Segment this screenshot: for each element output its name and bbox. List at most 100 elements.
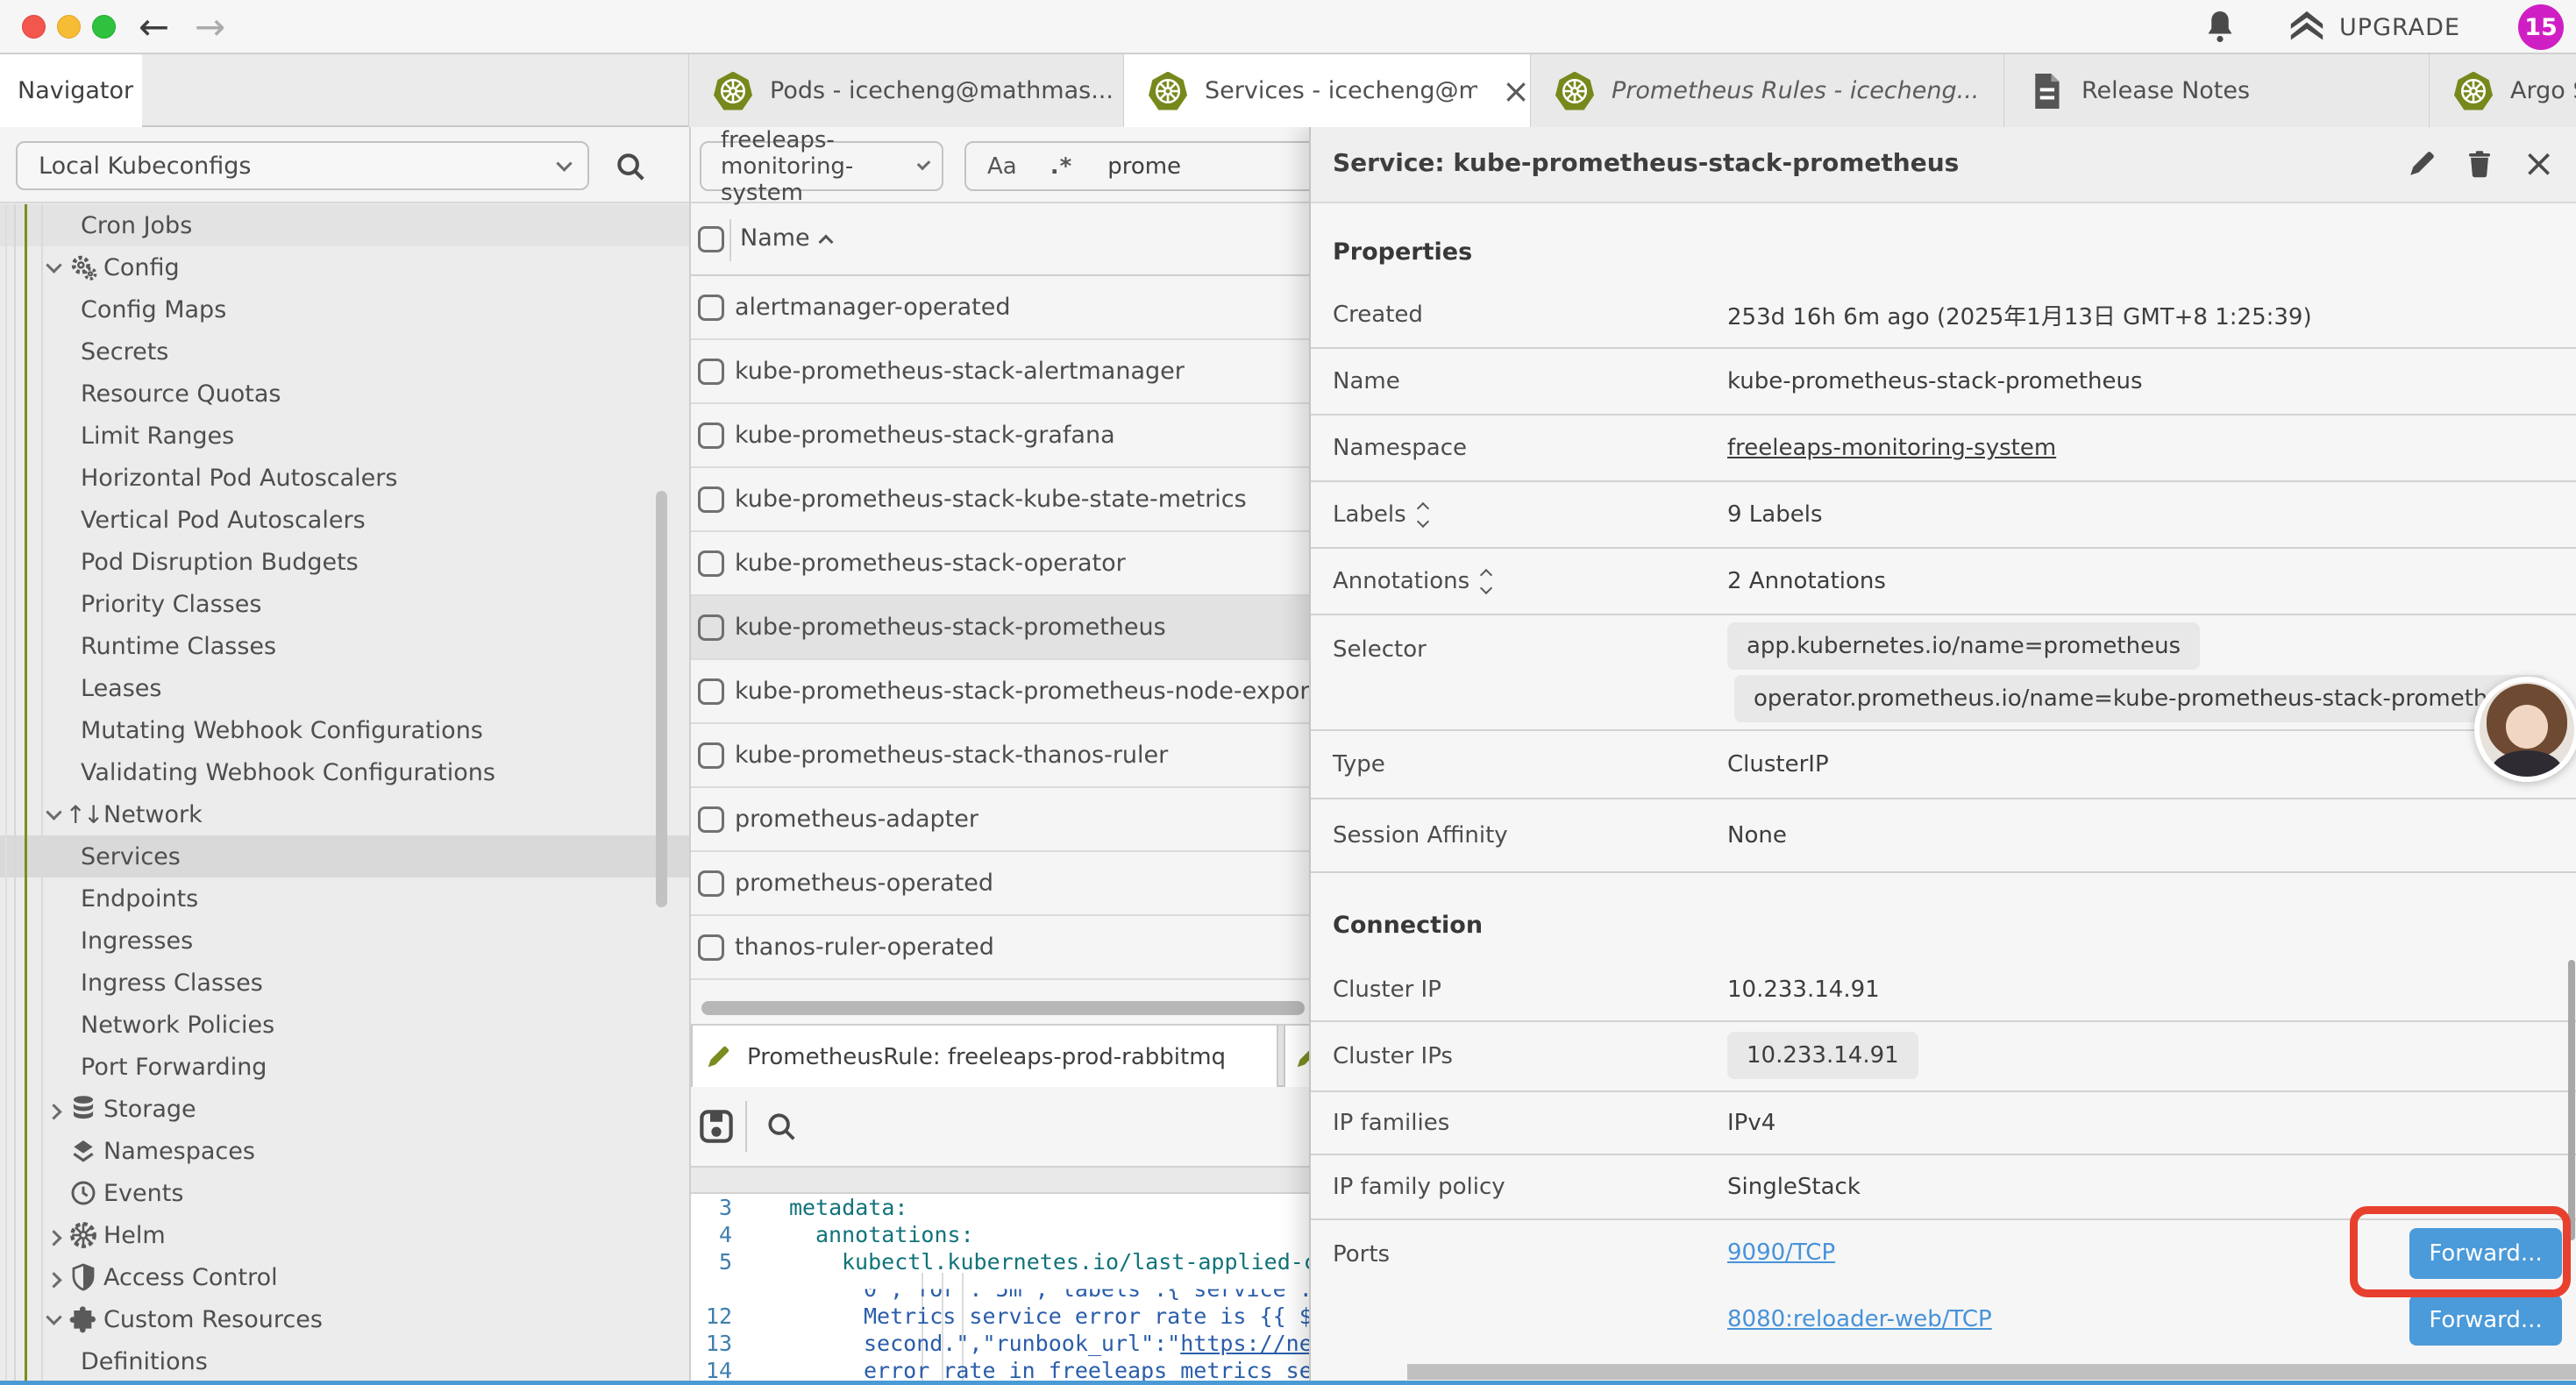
table-row-prometheus-adapter[interactable]: prometheus-adapter: [691, 788, 1309, 852]
details-scrollbar[interactable]: [2568, 960, 2575, 1240]
unfold-more-icon[interactable]: [1482, 571, 1491, 593]
sidebar-item-storage[interactable]: Storage: [0, 1088, 691, 1130]
row-checkbox[interactable]: [698, 487, 724, 513]
sidebar-item-config-maps[interactable]: Config Maps: [0, 288, 691, 330]
tab-release-notes[interactable]: Release Notes: [2003, 54, 2429, 127]
namespace-select[interactable]: freeleaps-monitoring-system: [700, 141, 943, 191]
back-button[interactable]: ←: [139, 5, 169, 48]
chevron-down-icon[interactable]: [42, 1308, 65, 1331]
sidebar-item-helm[interactable]: Helm: [0, 1214, 691, 1256]
delete-trash-icon[interactable]: [2465, 149, 2494, 179]
chevron-down-icon[interactable]: [42, 256, 65, 279]
sidebar-item-vertical-pod-autoscalers[interactable]: Vertical Pod Autoscalers: [0, 499, 691, 541]
forward-button[interactable]: Forward...: [2409, 1295, 2562, 1346]
sidebar-item-runtime-classes[interactable]: Runtime Classes: [0, 625, 691, 667]
regex-toggle[interactable]: .*: [1050, 153, 1072, 180]
port-link-9090-tcp[interactable]: 9090/TCP: [1727, 1239, 1835, 1266]
table-row-thanos-ruler-operated[interactable]: thanos-ruler-operated: [691, 916, 1309, 980]
chevron-down-icon[interactable]: [42, 803, 65, 826]
tab-argo-se[interactable]: Argo Se: [2429, 54, 2576, 127]
save-button[interactable]: [698, 1108, 735, 1145]
sidebar-item-secrets[interactable]: Secrets: [0, 330, 691, 373]
sidebar-item-ingress-classes[interactable]: Ingress Classes: [0, 962, 691, 1004]
row-checkbox[interactable]: [698, 870, 724, 897]
edit-pencil-icon[interactable]: [2407, 149, 2437, 179]
sidebar-item-resource-quotas[interactable]: Resource Quotas: [0, 373, 691, 415]
row-checkbox[interactable]: [698, 614, 724, 641]
row-checkbox[interactable]: [698, 806, 724, 833]
row-checkbox[interactable]: [698, 742, 724, 769]
chevron-right-icon[interactable]: [42, 1224, 65, 1246]
detail-label: Labels: [1333, 482, 1427, 547]
kubernetes-icon: [1149, 72, 1187, 110]
sidebar-item-mutating-webhook-configurations[interactable]: Mutating Webhook Configurations: [0, 709, 691, 751]
kubeconfig-select[interactable]: Local Kubeconfigs: [16, 141, 589, 190]
sidebar-item-network-policies[interactable]: Network Policies: [0, 1004, 691, 1046]
port-link-8080-reloader-web-tcp[interactable]: 8080:reloader-web/TCP: [1727, 1306, 1992, 1332]
sidebar-item-ingresses[interactable]: Ingresses: [0, 920, 691, 962]
sidebar-item-leases[interactable]: Leases: [0, 667, 691, 709]
sidebar-item-validating-webhook-configurations[interactable]: Validating Webhook Configurations: [0, 751, 691, 793]
chevron-right-icon[interactable]: [42, 1097, 65, 1120]
editor-tab-next[interactable]: [1284, 1026, 1309, 1089]
sidebar-scrollbar[interactable]: [656, 491, 667, 907]
notifications-bell-icon[interactable]: [2204, 10, 2236, 45]
unfold-more-icon[interactable]: [1419, 504, 1427, 526]
table-row-kube-prometheus-stack-kube-state-metrics[interactable]: kube-prometheus-stack-kube-state-metrics: [691, 468, 1309, 532]
sidebar-item-access-control[interactable]: Access Control: [0, 1256, 691, 1298]
table-row-kube-prometheus-stack-thanos-ruler[interactable]: kube-prometheus-stack-thanos-ruler: [691, 724, 1309, 788]
table-row-kube-prometheus-stack-grafana[interactable]: kube-prometheus-stack-grafana: [691, 404, 1309, 468]
details-bottom-scrollbar[interactable]: [1407, 1364, 2576, 1380]
sidebar-item-priority-classes[interactable]: Priority Classes: [0, 583, 691, 625]
sidebar-item-pod-disruption-budgets[interactable]: Pod Disruption Budgets: [0, 541, 691, 583]
table-row-kube-prometheus-stack-prometheus-node-exporter[interactable]: kube-prometheus-stack-prometheus-node-ex…: [691, 660, 1309, 724]
row-checkbox[interactable]: [698, 550, 724, 577]
close-window-button[interactable]: [22, 15, 46, 39]
sidebar-item-events[interactable]: Events: [0, 1172, 691, 1214]
table-row-kube-prometheus-stack-alertmanager[interactable]: kube-prometheus-stack-alertmanager: [691, 340, 1309, 404]
sidebar-search-icon[interactable]: [614, 150, 647, 183]
yaml-editor[interactable]: 3metadata:4annotations:5kubectl.kubernet…: [691, 1194, 1309, 1385]
editor-tab-active[interactable]: PrometheusRule: freeleaps-prod-rabbitmq: [691, 1026, 1278, 1089]
tab-services-icecheng-math[interactable]: Services - icecheng@math...×: [1123, 54, 1530, 127]
forward-button[interactable]: →: [195, 5, 225, 48]
table-row-prometheus-operated[interactable]: prometheus-operated: [691, 852, 1309, 916]
sidebar-item-services[interactable]: Services: [0, 835, 691, 877]
row-checkbox[interactable]: [698, 934, 724, 961]
filter-input[interactable]: Aa .* prome: [964, 141, 1309, 191]
sidebar-item-limit-ranges[interactable]: Limit Ranges: [0, 415, 691, 457]
column-header-name[interactable]: Name: [740, 224, 810, 252]
sidebar-item-namespaces[interactable]: Namespaces: [0, 1130, 691, 1172]
case-sensitive-toggle[interactable]: Aa: [987, 153, 1017, 180]
tab-close-icon[interactable]: ×: [1502, 75, 1530, 108]
editor-search-icon[interactable]: [765, 1110, 798, 1143]
chevron-right-icon[interactable]: [42, 1266, 65, 1289]
sidebar-item-horizontal-pod-autoscalers[interactable]: Horizontal Pod Autoscalers: [0, 457, 691, 499]
sidebar-item-network[interactable]: ↑↓Network: [0, 793, 691, 835]
sidebar-item-cron-jobs[interactable]: Cron Jobs: [0, 204, 691, 246]
tab-prometheus-rules-icecheng[interactable]: Prometheus Rules - icecheng...: [1530, 54, 2003, 127]
sidebar-item-endpoints[interactable]: Endpoints: [0, 877, 691, 920]
table-row-kube-prometheus-stack-operator[interactable]: kube-prometheus-stack-operator: [691, 532, 1309, 596]
table-row-alertmanager-operated[interactable]: alertmanager-operated: [691, 276, 1309, 340]
horizontal-scrollbar[interactable]: [701, 1001, 1305, 1015]
select-all-checkbox[interactable]: [698, 226, 724, 252]
sidebar-item-config[interactable]: Config: [0, 246, 691, 288]
row-checkbox[interactable]: [698, 295, 724, 321]
notification-count-badge[interactable]: 15: [2518, 4, 2564, 50]
table-row-kube-prometheus-stack-prometheus[interactable]: kube-prometheus-stack-prometheus: [691, 596, 1309, 660]
navigator-tab[interactable]: Navigator: [0, 54, 142, 127]
row-checkbox[interactable]: [698, 678, 724, 705]
sidebar-item-port-forwarding[interactable]: Port Forwarding: [0, 1046, 691, 1088]
sidebar-item-custom-resources[interactable]: Custom Resources: [0, 1298, 691, 1340]
close-icon[interactable]: ×: [2523, 146, 2555, 181]
minimize-window-button[interactable]: [57, 15, 81, 39]
upgrade-button[interactable]: UPGRADE: [2287, 10, 2460, 45]
row-checkbox[interactable]: [698, 423, 724, 449]
zoom-window-button[interactable]: [92, 15, 116, 39]
avatar[interactable]: [2474, 677, 2576, 782]
tab-pods-icecheng-mathmas[interactable]: Pods - icecheng@mathmas...: [688, 54, 1123, 127]
detail-link-freeleaps-monitoring-system[interactable]: freeleaps-monitoring-system: [1727, 416, 2056, 480]
row-checkbox[interactable]: [698, 359, 724, 385]
sidebar-item-definitions[interactable]: Definitions: [0, 1340, 691, 1382]
